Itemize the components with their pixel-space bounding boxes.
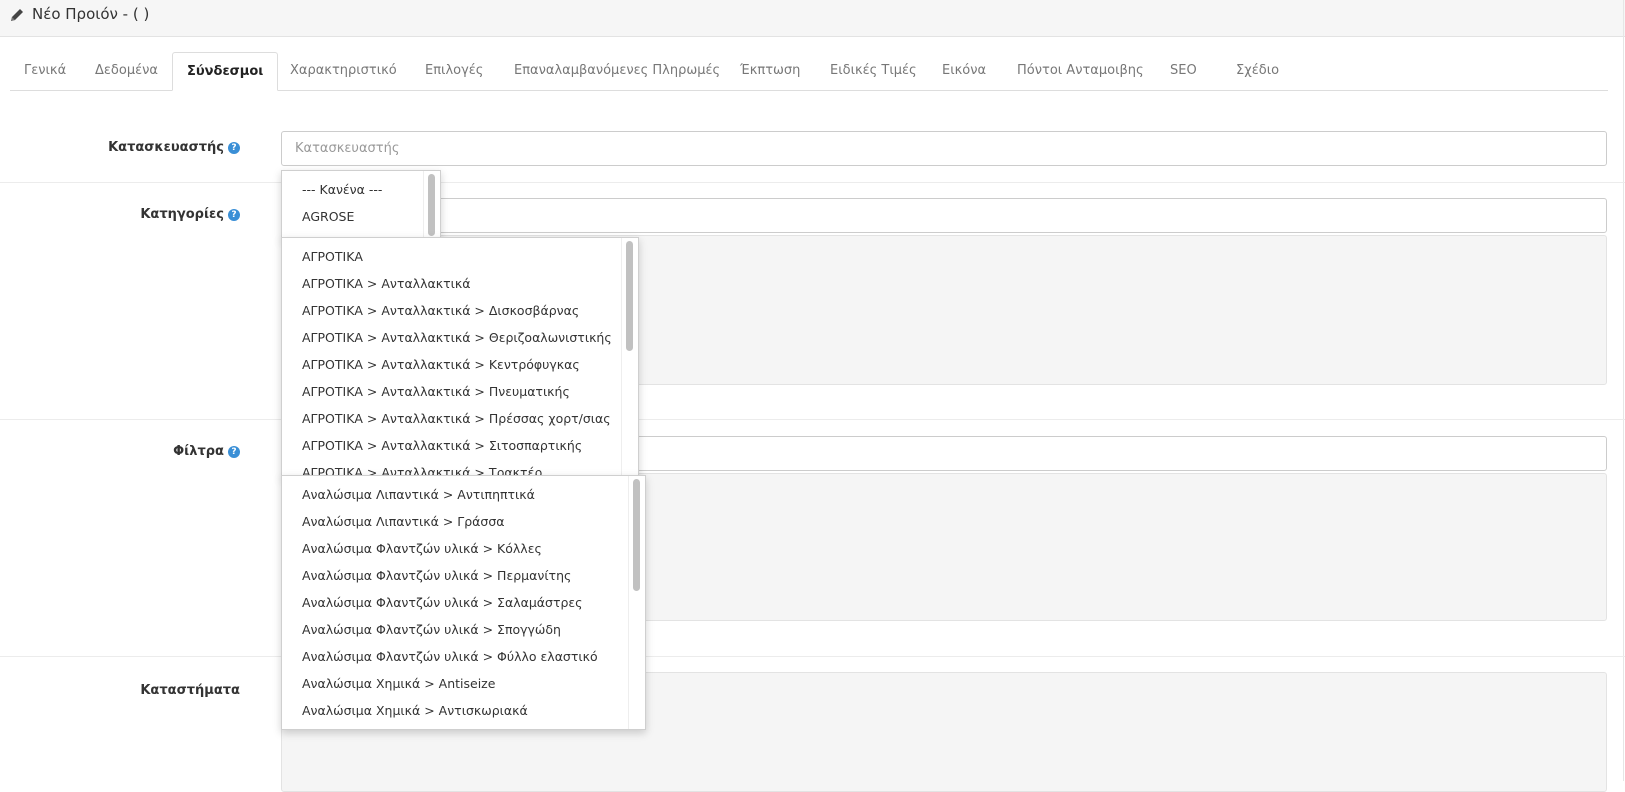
dropdown-option[interactable]: ΑΓΡΟΤΙΚΑ > Ανταλλακτικά > Πνευματικής bbox=[302, 378, 570, 405]
tab-options[interactable]: Επιλογές bbox=[411, 52, 497, 90]
categories-dropdown[interactable]: ΑΓΡΟΤΙΚΑ ΑΓΡΟΤΙΚΑ > Ανταλλακτικά ΑΓΡΟΤΙΚ… bbox=[281, 237, 639, 478]
tab-image[interactable]: Εικόνα bbox=[928, 52, 1000, 90]
row-divider bbox=[0, 656, 1625, 657]
manufacturer-input[interactable] bbox=[281, 131, 1607, 166]
dropdown-option[interactable]: AGROSE bbox=[302, 203, 354, 230]
page-title: Νέο Προιόν - ( ) bbox=[32, 5, 150, 23]
tab-attribute[interactable]: Χαρακτηριστικό bbox=[276, 52, 411, 90]
tab-data[interactable]: Δεδομένα bbox=[81, 52, 172, 90]
dropdown-option[interactable]: ΑΓΡΟΤΙΚΑ > Ανταλλακτικά > Θεριζοαλωνιστι… bbox=[302, 324, 612, 351]
help-icon[interactable]: ? bbox=[228, 446, 240, 458]
manufacturer-label: Κατασκευαστής? bbox=[108, 140, 240, 155]
manufacturer-dropdown[interactable]: --- Κανένα --- AGROSE bbox=[281, 170, 441, 240]
dropdown-option[interactable]: Αναλώσιμα Φλαντζών υλικά > Περμανίτης bbox=[302, 562, 571, 589]
dropdown-scrollbar[interactable] bbox=[621, 238, 638, 477]
dropdown-scrollbar[interactable] bbox=[628, 476, 645, 729]
stores-label: Καταστήματα bbox=[140, 683, 240, 698]
dropdown-option[interactable]: Αναλώσιμα Φλαντζών υλικά > Σπογγώδη bbox=[302, 616, 561, 643]
tab-recurring[interactable]: Επαναλαμβανόμενες Πληρωμές bbox=[500, 52, 734, 90]
dropdown-option[interactable]: Αναλώσιμα Φλαντζών υλικά > Σαλαμάστρες bbox=[302, 589, 583, 616]
tab-links[interactable]: Σύνδεσμοι bbox=[172, 52, 279, 91]
dropdown-option[interactable]: ΑΓΡΟΤΙΚΑ bbox=[302, 243, 363, 270]
dropdown-option[interactable]: Αναλώσιμα Φλαντζών υλικά > Κόλλες bbox=[302, 535, 542, 562]
help-icon[interactable]: ? bbox=[228, 209, 240, 221]
filters-dropdown[interactable]: Αναλώσιμα Λιπαντικά > Αντιπηπτικά Αναλώσ… bbox=[281, 475, 646, 730]
dropdown-option[interactable]: Αναλώσιμα Χημικά > Αντισκωριακά bbox=[302, 697, 528, 724]
tab-reward-points[interactable]: Πόντοι Ανταμοιβης bbox=[1003, 52, 1158, 90]
tab-seo[interactable]: SEO bbox=[1156, 52, 1211, 90]
dropdown-option[interactable]: ΑΓΡΟΤΙΚΑ > Ανταλλακτικά bbox=[302, 270, 470, 297]
scrollbar-thumb[interactable] bbox=[428, 174, 435, 236]
row-divider bbox=[0, 182, 1625, 183]
dropdown-option[interactable]: Αναλώσιμα Λιπαντικά > Αντιπηπτικά bbox=[302, 481, 535, 508]
tab-design[interactable]: Σχέδιο bbox=[1222, 52, 1293, 90]
window-edge bbox=[1623, 0, 1624, 781]
tab-special[interactable]: Ειδικές Τιμές bbox=[816, 52, 931, 90]
filters-label: Φίλτρα? bbox=[173, 444, 240, 459]
dropdown-option[interactable]: ΑΓΡΟΤΙΚΑ > Ανταλλακτικά > Δισκοσβάρνας bbox=[302, 297, 579, 324]
scrollbar-thumb[interactable] bbox=[633, 479, 640, 591]
dropdown-option[interactable]: --- Κανένα --- bbox=[302, 176, 382, 203]
help-icon[interactable]: ? bbox=[228, 142, 240, 154]
scrollbar-thumb[interactable] bbox=[626, 241, 633, 351]
categories-label: Κατηγορίες? bbox=[140, 207, 240, 222]
dropdown-option[interactable]: ΑΓΡΟΤΙΚΑ > Ανταλλακτικά > Σιτοσπαρτικής bbox=[302, 432, 582, 459]
tab-general[interactable]: Γενικά bbox=[10, 52, 80, 90]
row-divider bbox=[0, 419, 1625, 420]
categories-input[interactable] bbox=[281, 198, 1607, 233]
dropdown-option[interactable]: Αναλώσιμα Χημικά > Antiseize bbox=[302, 670, 495, 697]
tab-bar: Γενικά Δεδομένα Σύνδεσμοι Χαρακτηριστικό… bbox=[10, 52, 1608, 91]
dropdown-option[interactable]: ΑΓΡΟΤΙΚΑ > Ανταλλακτικά > Κεντρόφυγκας bbox=[302, 351, 580, 378]
tab-discount[interactable]: Έκπτωση bbox=[726, 52, 814, 90]
pencil-icon bbox=[11, 9, 23, 21]
dropdown-scrollbar[interactable] bbox=[423, 171, 440, 239]
page-header: Νέο Προιόν - ( ) bbox=[0, 0, 1625, 37]
dropdown-option[interactable]: ΑΓΡΟΤΙΚΑ > Ανταλλακτικά > Πρέσσας χορτ/σ… bbox=[302, 405, 611, 432]
dropdown-option[interactable]: Αναλώσιμα Φλαντζών υλικά > Φύλλο ελαστικ… bbox=[302, 643, 598, 670]
dropdown-option[interactable]: Αναλώσιμα Λιπαντικά > Γράσσα bbox=[302, 508, 505, 535]
